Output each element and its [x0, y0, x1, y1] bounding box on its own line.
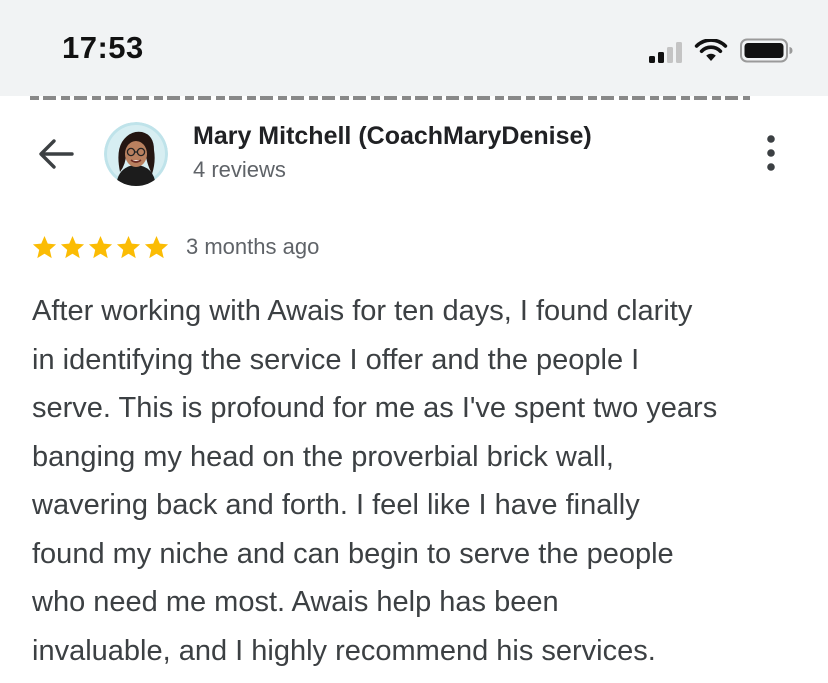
star-icon: [60, 235, 85, 258]
cellular-signal-icon: [649, 41, 682, 63]
review-detail-screen: 17:53 Mary Mitchell (CoachMaryDenise) 4 …: [0, 0, 828, 683]
star-rating: [31, 234, 170, 261]
star-icon: [116, 235, 141, 258]
star-icon: [32, 235, 57, 258]
back-button[interactable]: [34, 132, 78, 176]
star-icon: [144, 235, 169, 258]
status-icons: [649, 37, 794, 63]
reviewer-name[interactable]: Mary Mitchell (CoachMaryDenise): [193, 122, 592, 151]
star-icon: [88, 235, 113, 258]
arrow-left-icon: [39, 139, 74, 169]
review-text-line: in identifying the service I offer and t…: [32, 343, 640, 376]
review-body: After working with Awais for ten days, I…: [32, 287, 812, 675]
review-text-line: serve. This is profound for me as I've s…: [32, 392, 718, 424]
review-text-line: who need me most. Awais help has been: [32, 586, 559, 618]
rating-row: 3 months ago: [31, 232, 319, 262]
review-date: 3 months ago: [186, 234, 320, 259]
status-time: 17:53: [62, 30, 144, 65]
review-text-line: found my niche and can begin to serve th…: [32, 537, 674, 570]
battery-icon: [740, 38, 793, 63]
scrolled-content-edge: [30, 91, 750, 103]
wifi-icon: [694, 39, 728, 61]
review-text-line: banging my head on the proverbial brick …: [32, 440, 614, 473]
review-text-line: After working with Awais for ten days, I…: [32, 295, 693, 327]
review-count: 4 reviews: [193, 157, 286, 182]
reviewer-avatar[interactable]: [104, 122, 168, 186]
review-text-line: wavering back and forth. I feel like I h…: [32, 489, 640, 521]
status-bar: 17:53: [0, 0, 828, 96]
more-vertical-icon: [767, 135, 775, 171]
review-text-line: invaluable, and I highly recommend his s…: [32, 634, 656, 667]
more-options-button[interactable]: [755, 132, 787, 174]
